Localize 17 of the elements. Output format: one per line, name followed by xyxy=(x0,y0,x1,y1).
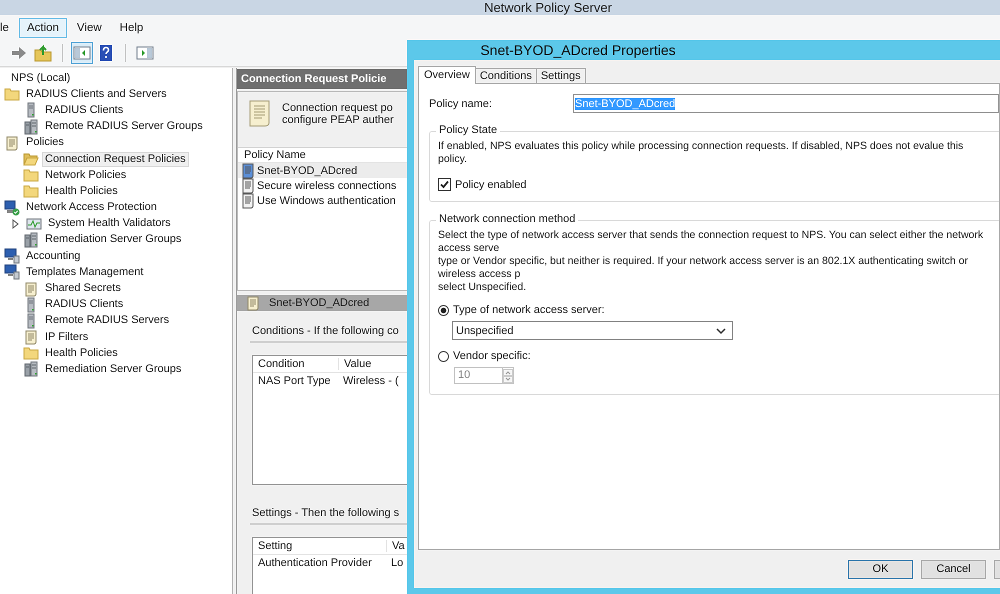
description-text: If enabled, NPS evaluates this policy while processing connection requests. If disabled, NPS does not evalue this policy. xyxy=(438,140,964,166)
table-cell-text: Lo xyxy=(390,557,404,569)
window-title: Network Policy Server xyxy=(484,0,612,15)
description-text: configure PEAP auther xyxy=(282,114,394,126)
description-text: Connection request po xyxy=(282,102,394,114)
field-label: Policy name: xyxy=(429,98,493,110)
radio-label: Type of network access server: xyxy=(453,304,605,316)
description-text: select Unspecified. xyxy=(438,281,528,294)
table-cell-text: NAS Port Type xyxy=(257,375,332,387)
table-cell-text: Authentication Provider xyxy=(257,557,373,569)
checkbox-label: Policy enabled xyxy=(455,178,527,190)
dialog-title: Snet-BYOD_ADcred Properties xyxy=(480,42,676,58)
group-heading: Policy State xyxy=(436,124,500,136)
table-cell-text: Wireless - ( xyxy=(342,375,399,387)
detail-title: Snet-BYOD_ADcred xyxy=(269,297,370,309)
radio-label: Vendor specific: xyxy=(453,350,531,362)
group-heading: Network connection method xyxy=(436,213,578,225)
